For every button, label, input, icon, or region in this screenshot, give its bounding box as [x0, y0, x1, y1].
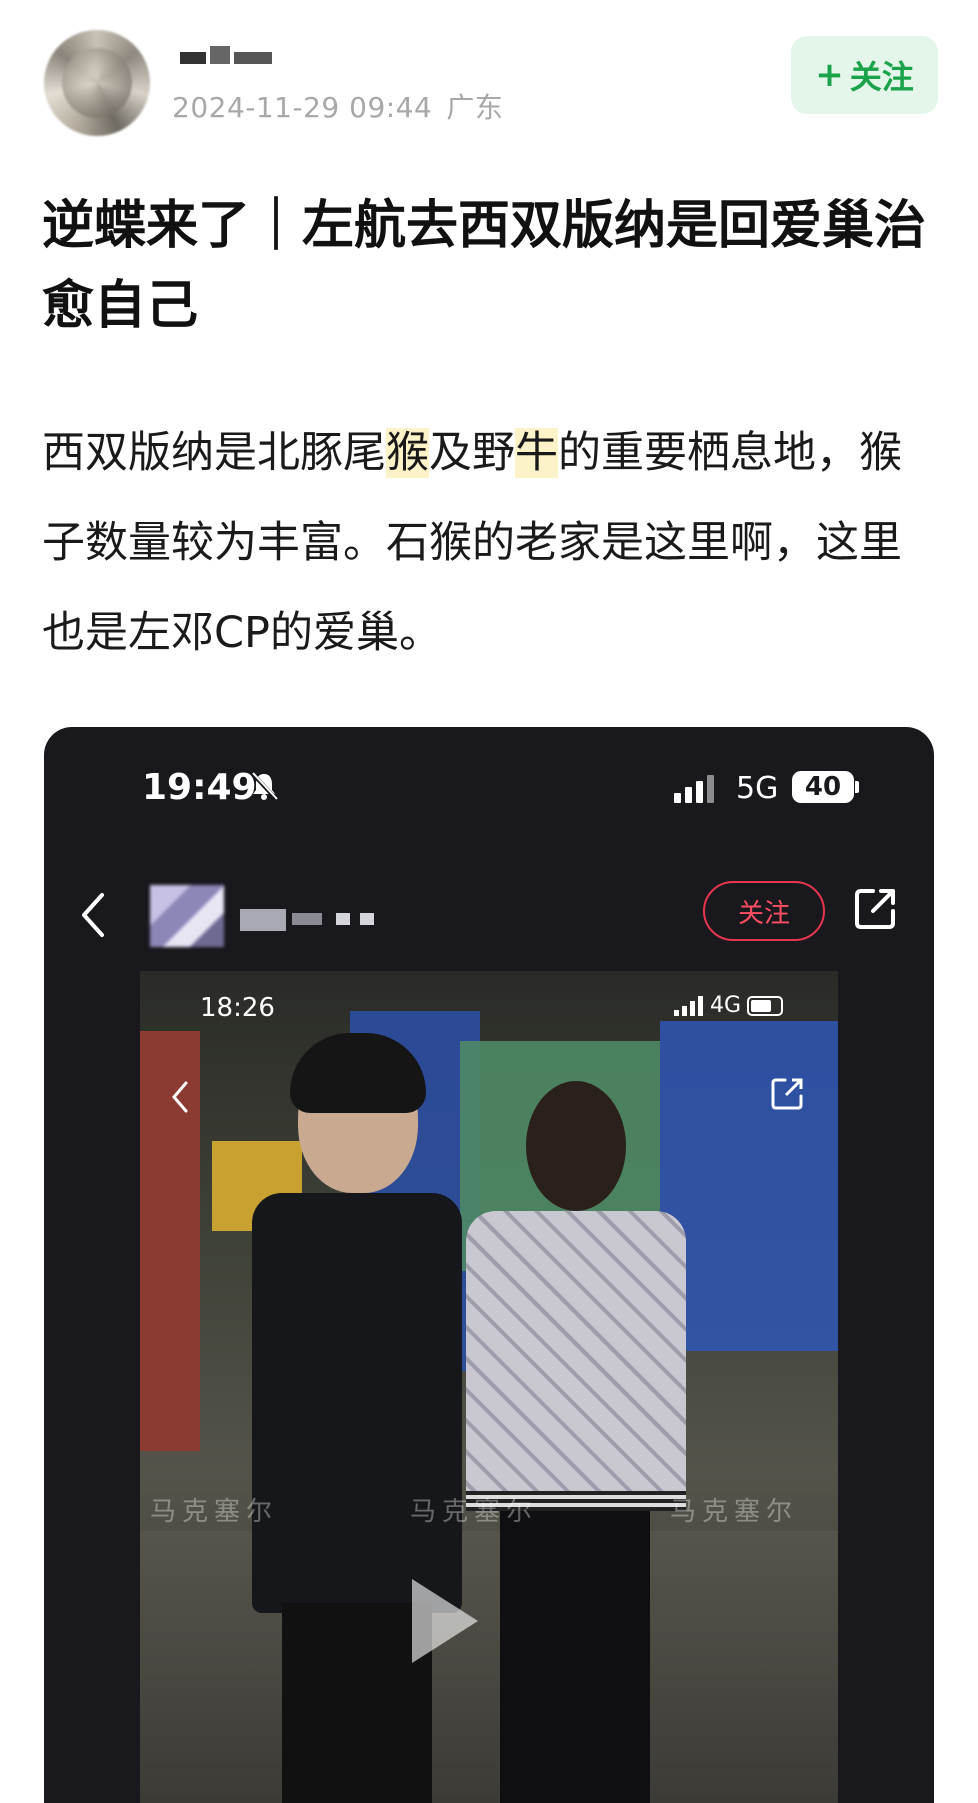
embedded-author-avatar[interactable]: [150, 885, 224, 947]
follow-button-label: 关注: [849, 58, 914, 96]
post-location: 广东: [446, 91, 504, 124]
highlight-keyword[interactable]: 牛: [515, 428, 558, 478]
battery-level: 40: [804, 772, 842, 802]
embedded-screenshot[interactable]: 19:49 5G 40 关注 18:26 4G 马克塞尔 马克塞尔 马克塞尔: [44, 727, 934, 1803]
article-title: 逆蝶来了｜左航去西双版纳是回爱巢治愈自己: [42, 196, 927, 336]
video-share-icon: [771, 1078, 803, 1110]
embedded-author-name-redacted[interactable]: [240, 907, 390, 933]
plus-icon: +: [815, 55, 844, 95]
video-back-icon: [172, 1081, 188, 1113]
body-text-segment: 西双版纳是北豚尾: [42, 428, 386, 478]
scene-blue-panel: [660, 1021, 838, 1351]
body-text-segment: 及野: [429, 428, 515, 478]
author-name-redacted[interactable]: [180, 44, 272, 72]
embedded-network: 5G: [736, 771, 779, 806]
battery-tip: [855, 781, 859, 793]
battery-icon: 40: [792, 771, 854, 803]
video-network: 4G: [710, 993, 742, 1018]
video-watermark: 马克塞尔: [150, 1497, 279, 1527]
highlight-keyword[interactable]: 猴: [386, 428, 429, 478]
video-frame[interactable]: 18:26 4G 马克塞尔 马克塞尔 马克塞尔: [140, 971, 838, 1803]
signal-icon: [674, 775, 720, 803]
video-status-time: 18:26: [200, 993, 275, 1023]
video-watermark: 马克塞尔: [410, 1497, 539, 1527]
author-avatar[interactable]: [44, 30, 150, 136]
post-timestamp: 2024-11-29 09:44: [172, 91, 433, 124]
play-icon[interactable]: [412, 1579, 478, 1663]
person-left: [252, 1033, 462, 1803]
video-battery-icon: [747, 995, 784, 1016]
share-icon[interactable]: [853, 885, 899, 931]
article-body: 西双版纳是北豚尾猴及野牛的重要栖息地，猴子数量较为丰富。石猴的老家是这里啊，这里…: [42, 408, 942, 678]
video-watermark: 马克塞尔: [670, 1497, 799, 1527]
video-status-icons: 4G: [674, 993, 784, 1018]
mute-bell-icon: [250, 771, 278, 801]
back-icon[interactable]: [74, 885, 114, 945]
person-right: [466, 1081, 686, 1803]
embedded-follow-button[interactable]: 关注: [703, 881, 825, 941]
embedded-status-time: 19:49: [142, 767, 257, 808]
follow-button[interactable]: + 关注: [791, 36, 938, 114]
video-signal-icon: [674, 995, 704, 1016]
post-meta: 2024-11-29 09:44 广东: [172, 86, 503, 126]
